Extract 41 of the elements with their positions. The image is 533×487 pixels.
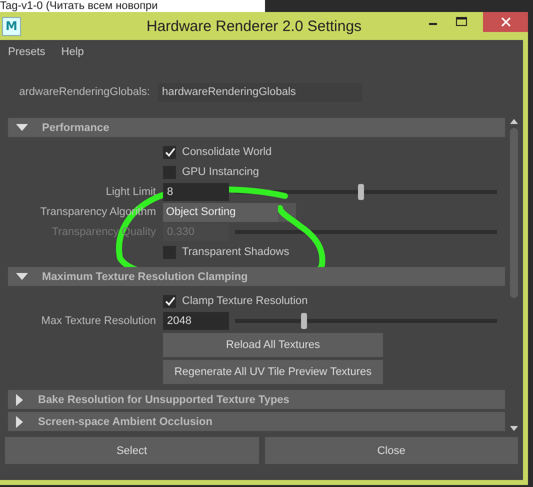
action-button[interactable]: Reload All Textures <box>163 332 383 356</box>
background-window-text: Tag-v1-0 (Читать всем новопри <box>0 0 265 12</box>
field-label: Light Limit <box>104 186 157 198</box>
field-label: Max Texture Resolution <box>40 315 157 327</box>
section-header[interactable]: Bake Resolution for Unsupported Texture Types <box>8 390 505 409</box>
scrollbar[interactable] <box>509 118 519 432</box>
window-title: Hardware Renderer 2.0 Settings <box>145 18 363 34</box>
number-field[interactable]: 2048 <box>163 312 229 330</box>
dialog-button[interactable]: Select <box>5 437 258 464</box>
checkbox-label: Clamp Texture Resolution <box>182 295 308 307</box>
menu-item[interactable]: Presets <box>8 46 46 60</box>
slider-thumb[interactable] <box>300 313 306 329</box>
checkbox-label: GPU Instancing <box>182 166 260 178</box>
close-icon[interactable] <box>500 17 510 27</box>
maximize-icon[interactable] <box>455 15 469 29</box>
node-name-field[interactable]: hardwareRenderingGlobals <box>158 82 362 102</box>
number-field[interactable]: 8 <box>163 183 229 201</box>
collapsed-arrow-icon[interactable] <box>16 416 24 428</box>
scroll-down-icon[interactable] <box>509 425 519 432</box>
section-header[interactable]: Performance <box>8 118 505 137</box>
checkbox[interactable] <box>163 166 176 178</box>
checkbox-label: Transparent Shadows <box>182 246 290 258</box>
expanded-arrow-icon[interactable] <box>16 124 28 132</box>
expanded-arrow-icon[interactable] <box>16 272 28 280</box>
dropdown-field[interactable]: Object Sorting <box>163 202 278 222</box>
app-logo: M <box>2 16 21 36</box>
dialog-button[interactable]: Close <box>264 437 518 464</box>
scroll-thumb[interactable] <box>510 128 518 298</box>
close-button[interactable] <box>483 12 528 32</box>
checkbox[interactable] <box>163 294 176 308</box>
checkbox-label: Consolidate World <box>182 146 272 158</box>
slider-thumb[interactable] <box>358 184 364 200</box>
section-header[interactable]: Screen-space Ambient Occlusion <box>8 412 505 431</box>
scroll-up-icon[interactable] <box>509 118 519 125</box>
checkbox[interactable] <box>163 146 176 158</box>
collapsed-arrow-icon[interactable] <box>16 394 24 406</box>
checkbox[interactable] <box>163 246 176 258</box>
node-label: ardwareRenderingGlobals: <box>18 86 150 98</box>
menu-item[interactable]: Help <box>61 46 84 60</box>
action-button[interactable]: Regenerate All UV Tile Preview Textures <box>163 360 383 384</box>
section-header[interactable]: Maximum Texture Resolution Clamping <box>8 267 505 286</box>
